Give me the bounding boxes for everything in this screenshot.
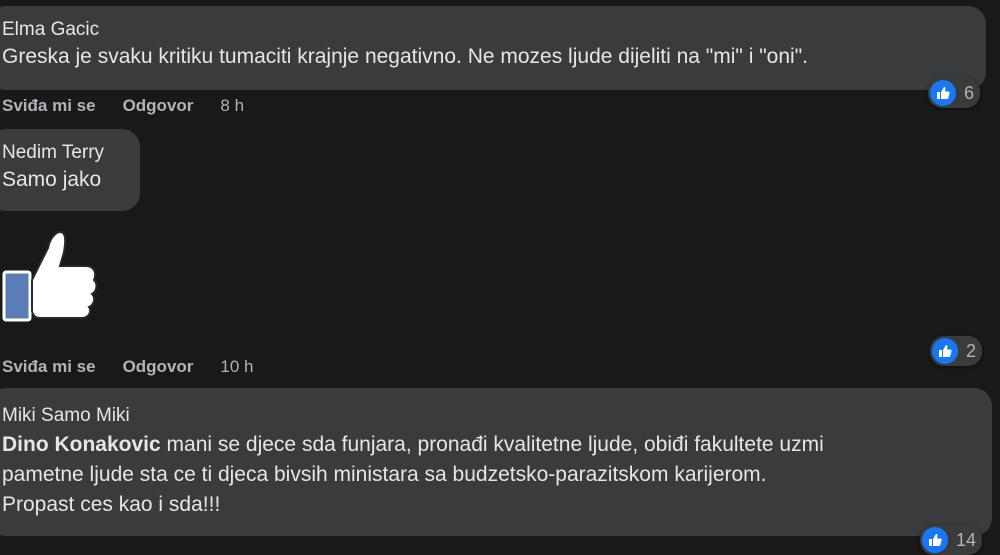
reaction-summary[interactable]: 14 [920, 525, 983, 555]
reaction-summary[interactable]: 6 [928, 78, 981, 108]
thumbs-up-sticker [0, 228, 100, 324]
comment-bubble: Miki Samo Miki Dino Konakovic mani se dj… [0, 388, 992, 536]
comment-text: Samo jako [2, 168, 102, 191]
like-link[interactable]: Sviđa mi se [2, 96, 96, 116]
like-reaction-icon [930, 80, 956, 106]
comment-actions: Sviđa mi se Odgovor 10 h [2, 357, 254, 377]
reaction-summary[interactable]: 2 [930, 336, 983, 366]
comment-bubble: Elma Gacic Greska je svaku kritiku tumac… [0, 6, 986, 90]
comment-author[interactable]: Miki Samo Miki [2, 404, 992, 428]
reply-link[interactable]: Odgovor [123, 357, 194, 377]
comment-text-line: Propast ces kao i sda!!! [2, 493, 221, 516]
comment-timestamp[interactable]: 10 h [220, 357, 253, 377]
like-link[interactable]: Sviđa mi se [2, 357, 96, 377]
comment-text-line: pametne ljude sta ce ti djeca bivsih min… [2, 463, 767, 486]
mentioned-user-link[interactable]: Dino Konakovic [2, 433, 161, 456]
comment-text-line: mani se djece sda funjara, pronađi kvali… [160, 433, 824, 456]
comment-text: Greska je svaku kritiku tumaciti krajnje… [2, 45, 808, 68]
like-reaction-icon [932, 338, 958, 364]
comment-actions: Sviđa mi se Odgovor 8 h [2, 96, 244, 116]
comment-author[interactable]: Elma Gacic [2, 18, 986, 42]
like-reaction-icon [922, 527, 948, 553]
reaction-count: 6 [964, 82, 975, 103]
reply-link[interactable]: Odgovor [123, 96, 194, 116]
reaction-count: 14 [956, 529, 977, 550]
comment-bubble: Nedim Terry Samo jako [0, 129, 140, 211]
comment-text: Dino Konakovic mani se djece sda funjara… [2, 430, 992, 460]
comment-author[interactable]: Nedim Terry [2, 141, 140, 165]
comment-timestamp[interactable]: 8 h [220, 96, 244, 116]
reaction-count: 2 [966, 340, 977, 361]
